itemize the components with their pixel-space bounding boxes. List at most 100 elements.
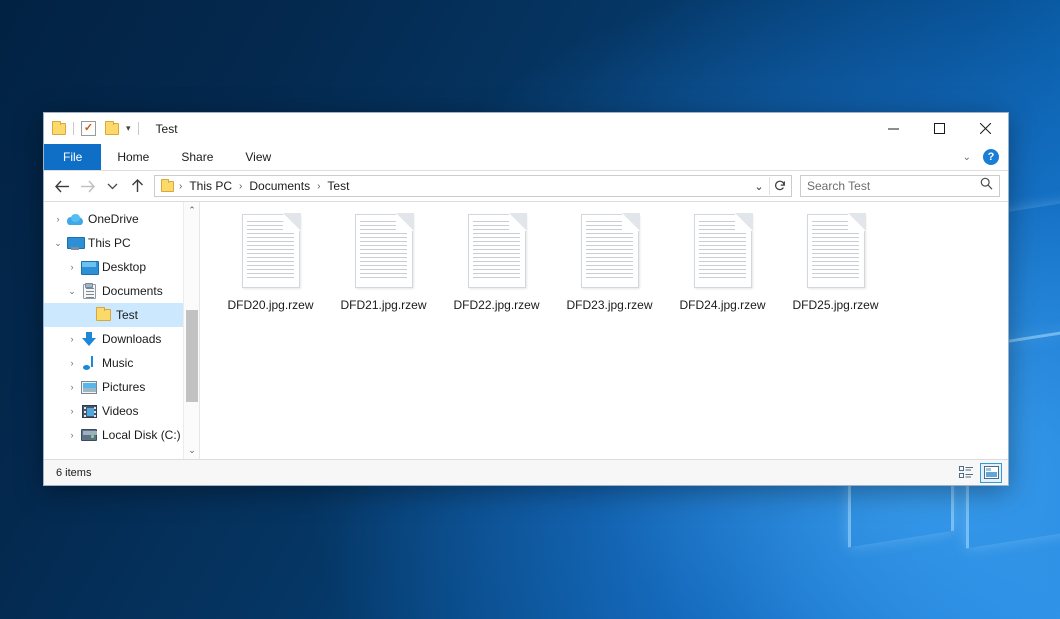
tab-file[interactable]: File <box>44 144 101 170</box>
sidebar-item-videos[interactable]: › Videos <box>44 399 199 423</box>
tab-share[interactable]: Share <box>165 144 229 170</box>
refresh-icon[interactable] <box>769 177 789 195</box>
recent-locations-button[interactable] <box>100 173 125 199</box>
breadcrumb-separator: › <box>234 181 247 192</box>
file-grid: DFD20.jpg.rzew DFD21.jpg.rzew DFD22.jpg.rz… <box>214 212 1008 312</box>
breadcrumb[interactable]: › This PC › Documents › Test ⌄ <box>154 175 792 197</box>
sidebar-item-documents[interactable]: ⌄Documents <box>44 279 199 303</box>
file-name-label: DFD20.jpg.rzew <box>227 298 313 312</box>
file-item[interactable]: DFD21.jpg.rzew <box>327 212 440 312</box>
downloads-icon <box>80 332 98 347</box>
onedrive-icon <box>66 214 84 225</box>
sidebar-item-label: Desktop <box>102 260 146 274</box>
sidebar-item-label: Downloads <box>102 332 161 346</box>
chevron-down-icon[interactable]: ⌄ <box>963 152 971 163</box>
chevron-right-icon[interactable]: › <box>50 214 66 224</box>
window-controls <box>870 113 1008 144</box>
videos-icon <box>80 405 98 418</box>
sidebar-item-label: Music <box>102 356 133 370</box>
sidebar-item-desktop[interactable]: › Desktop <box>44 255 199 279</box>
file-name-label: DFD25.jpg.rzew <box>792 298 878 312</box>
scrollbar-thumb[interactable] <box>186 310 198 402</box>
breadcrumb-item-test[interactable]: Test <box>325 179 351 193</box>
pictures-icon <box>80 381 98 394</box>
folder-icon[interactable] <box>52 123 66 135</box>
generic-document-icon <box>694 214 752 288</box>
file-item[interactable]: DFD20.jpg.rzew <box>214 212 327 312</box>
chevron-right-icon[interactable]: › <box>64 382 80 392</box>
forward-button[interactable] <box>75 173 100 199</box>
breadcrumb-item-documents[interactable]: Documents <box>247 179 312 193</box>
search-box[interactable] <box>800 175 1000 197</box>
help-icon[interactable]: ? <box>983 149 999 165</box>
breadcrumb-separator: › <box>312 181 325 192</box>
details-view-button[interactable] <box>955 463 977 483</box>
generic-document-icon <box>807 214 865 288</box>
chevron-right-icon[interactable]: › <box>64 406 80 416</box>
ribbon-tabs: File Home Share View ⌄ ? <box>44 144 1008 171</box>
divider <box>73 122 74 135</box>
minimize-button[interactable] <box>870 113 916 144</box>
maximize-button[interactable] <box>916 113 962 144</box>
scroll-up-button[interactable]: ⌃ <box>184 202 200 219</box>
sidebar-item-test[interactable]: Test <box>44 303 199 327</box>
documents-icon <box>80 284 98 299</box>
file-item[interactable]: DFD23.jpg.rzew <box>553 212 666 312</box>
folder-icon <box>161 181 174 192</box>
this-pc-icon <box>66 237 84 250</box>
folder-tree: ›OneDrive⌄This PC›Desktop⌄DocumentsTest›… <box>44 202 199 447</box>
sidebar-item-pictures[interactable]: › Pictures <box>44 375 199 399</box>
back-button[interactable] <box>50 173 75 199</box>
sidebar-item-onedrive[interactable]: › OneDrive <box>44 207 199 231</box>
sidebar-item-label: Videos <box>102 404 138 418</box>
file-item[interactable]: DFD24.jpg.rzew <box>666 212 779 312</box>
local-disk-icon <box>80 429 98 441</box>
sidebar-item-label: This PC <box>88 236 131 250</box>
chevron-right-icon[interactable]: › <box>64 358 80 368</box>
chevron-down-icon[interactable]: ⌄ <box>64 286 80 297</box>
search-input[interactable] <box>807 179 980 193</box>
large-icons-view-button[interactable] <box>980 463 1002 483</box>
navigation-pane: ›OneDrive⌄This PC›Desktop⌄DocumentsTest›… <box>44 202 200 459</box>
address-bar: › This PC › Documents › Test ⌄ <box>44 171 1008 201</box>
chevron-right-icon[interactable]: › <box>64 430 80 440</box>
close-button[interactable] <box>962 113 1008 144</box>
sidebar-scrollbar[interactable]: ⌃ ⌄ <box>183 202 199 459</box>
file-name-label: DFD22.jpg.rzew <box>453 298 539 312</box>
sidebar-item-this-pc[interactable]: ⌄ This PC <box>44 231 199 255</box>
sidebar-item-downloads[interactable]: › Downloads <box>44 327 199 351</box>
tab-home[interactable]: Home <box>101 144 165 170</box>
search-icon[interactable] <box>980 177 993 195</box>
generic-document-icon <box>468 214 526 288</box>
breadcrumb-separator: › <box>174 181 187 192</box>
sidebar-item-label: Pictures <box>102 380 145 394</box>
chevron-right-icon[interactable]: › <box>64 334 80 344</box>
folder-icon <box>94 309 112 321</box>
new-folder-icon[interactable] <box>105 123 119 135</box>
sidebar-item-music[interactable]: › Music <box>44 351 199 375</box>
file-list-pane[interactable]: DFD20.jpg.rzew DFD21.jpg.rzew DFD22.jpg.rz… <box>200 202 1008 459</box>
status-bar: 6 items <box>44 459 1008 485</box>
up-button[interactable] <box>125 173 150 199</box>
properties-checkbox-icon[interactable]: ✓ <box>81 121 96 136</box>
sidebar-item-local-disk-c[interactable]: › Local Disk (C:) <box>44 423 199 447</box>
chevron-right-icon[interactable]: › <box>64 262 80 272</box>
breadcrumb-dropdown-icon[interactable]: ⌄ <box>749 180 769 193</box>
file-name-label: DFD23.jpg.rzew <box>566 298 652 312</box>
file-name-label: DFD24.jpg.rzew <box>679 298 765 312</box>
desktop-background: ✓ ▾ Test File Home Share <box>0 0 1060 619</box>
generic-document-icon <box>242 214 300 288</box>
divider <box>138 122 139 135</box>
file-item[interactable]: DFD22.jpg.rzew <box>440 212 553 312</box>
generic-document-icon <box>355 214 413 288</box>
breadcrumb-item-this-pc[interactable]: This PC <box>187 179 234 193</box>
chevron-down-icon[interactable]: ⌄ <box>50 238 66 249</box>
window-title: Test <box>156 122 178 136</box>
music-icon <box>80 356 98 371</box>
customize-quick-access-caret-icon[interactable]: ▾ <box>126 123 131 134</box>
tab-view[interactable]: View <box>229 144 287 170</box>
scroll-down-button[interactable]: ⌄ <box>184 442 200 459</box>
sidebar-item-label: Local Disk (C:) <box>102 428 181 442</box>
sidebar-item-label: OneDrive <box>88 212 139 226</box>
file-item[interactable]: DFD25.jpg.rzew <box>779 212 892 312</box>
